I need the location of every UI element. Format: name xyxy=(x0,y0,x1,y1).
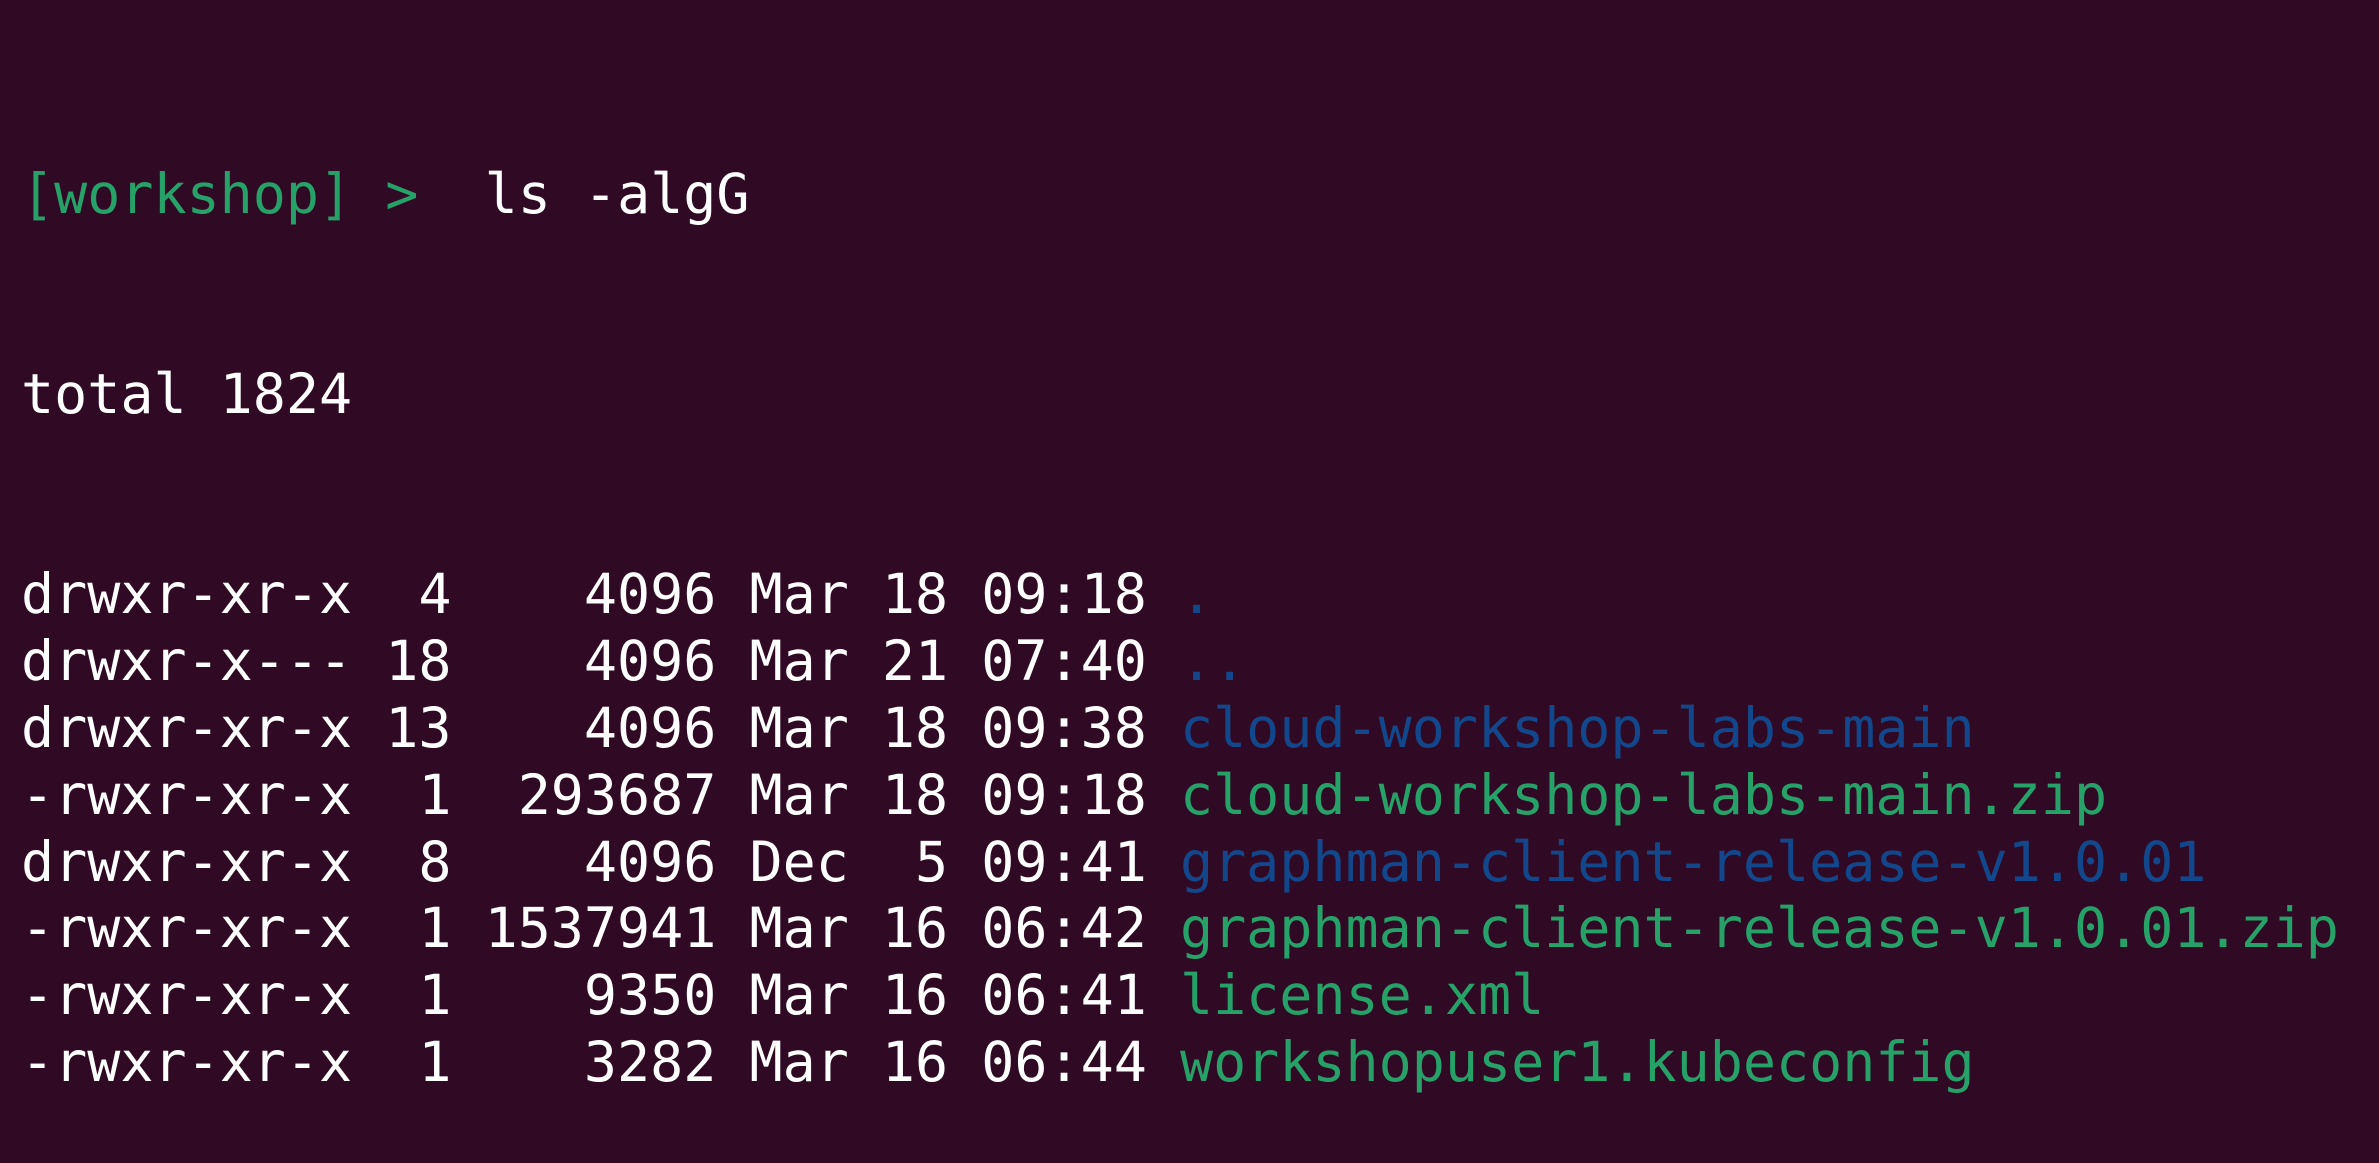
directory-name: graphman-client-release-v1.0.01 xyxy=(1179,829,2207,894)
prompt-label: [workshop] xyxy=(21,161,353,226)
file-entry: drwxr-xr-x 8 4096 Dec 5 09:41 graphman-c… xyxy=(21,829,2339,896)
file-entry: drwxr-x--- 18 4096 Mar 21 07:40 .. xyxy=(21,628,2339,695)
file-name: graphman-client-release-v1.0.01.zip xyxy=(1179,896,2339,961)
file-meta: -rwxr-xr-x 1 3282 Mar 16 06:44 xyxy=(21,1029,1180,1094)
command-text: ls -algG xyxy=(484,161,750,226)
file-entry: -rwxr-xr-x 1 1537941 Mar 16 06:42 graphm… xyxy=(21,895,2339,962)
directory-name: cloud-workshop-labs-main xyxy=(1179,695,1975,760)
file-entry: drwxr-xr-x 13 4096 Mar 18 09:38 cloud-wo… xyxy=(21,695,2339,762)
file-meta: drwxr-x--- 18 4096 Mar 21 07:40 xyxy=(21,629,1180,694)
file-entry: -rwxr-xr-x 1 293687 Mar 18 09:18 cloud-w… xyxy=(21,762,2339,829)
directory-name: . xyxy=(1179,562,1214,627)
file-meta: drwxr-xr-x 8 4096 Dec 5 09:41 xyxy=(21,829,1180,894)
directory-name: .. xyxy=(1179,629,1247,694)
file-name: cloud-workshop-labs-main.zip xyxy=(1179,762,2108,827)
file-meta: -rwxr-xr-x 1 293687 Mar 18 09:18 xyxy=(21,762,1180,827)
prompt-line: [workshop] > ls -algG xyxy=(21,161,2339,228)
file-meta: -rwxr-xr-x 1 9350 Mar 16 06:41 xyxy=(21,963,1180,1028)
prompt-symbol: > xyxy=(385,161,419,226)
file-name: license.xml xyxy=(1179,963,1545,1028)
file-name: workshopuser1.kubeconfig xyxy=(1179,1029,1975,1094)
file-meta: -rwxr-xr-x 1 1537941 Mar 16 06:42 xyxy=(21,896,1180,961)
file-entry: drwxr-xr-x 4 4096 Mar 18 09:18 . xyxy=(21,561,2339,628)
file-list: drwxr-xr-x 4 4096 Mar 18 09:18 . drwxr-x-… xyxy=(21,561,2339,1095)
terminal-output[interactable]: [workshop] > ls -algG total 1824 drwxr-x… xyxy=(21,27,2339,1163)
file-entry: -rwxr-xr-x 1 3282 Mar 16 06:44 workshopu… xyxy=(21,1029,2339,1096)
total-line: total 1824 xyxy=(21,361,353,426)
file-meta: drwxr-xr-x 13 4096 Mar 18 09:38 xyxy=(21,695,1180,760)
file-entry: -rwxr-xr-x 1 9350 Mar 16 06:41 license.x… xyxy=(21,962,2339,1029)
file-meta: drwxr-xr-x 4 4096 Mar 18 09:18 xyxy=(21,562,1180,627)
